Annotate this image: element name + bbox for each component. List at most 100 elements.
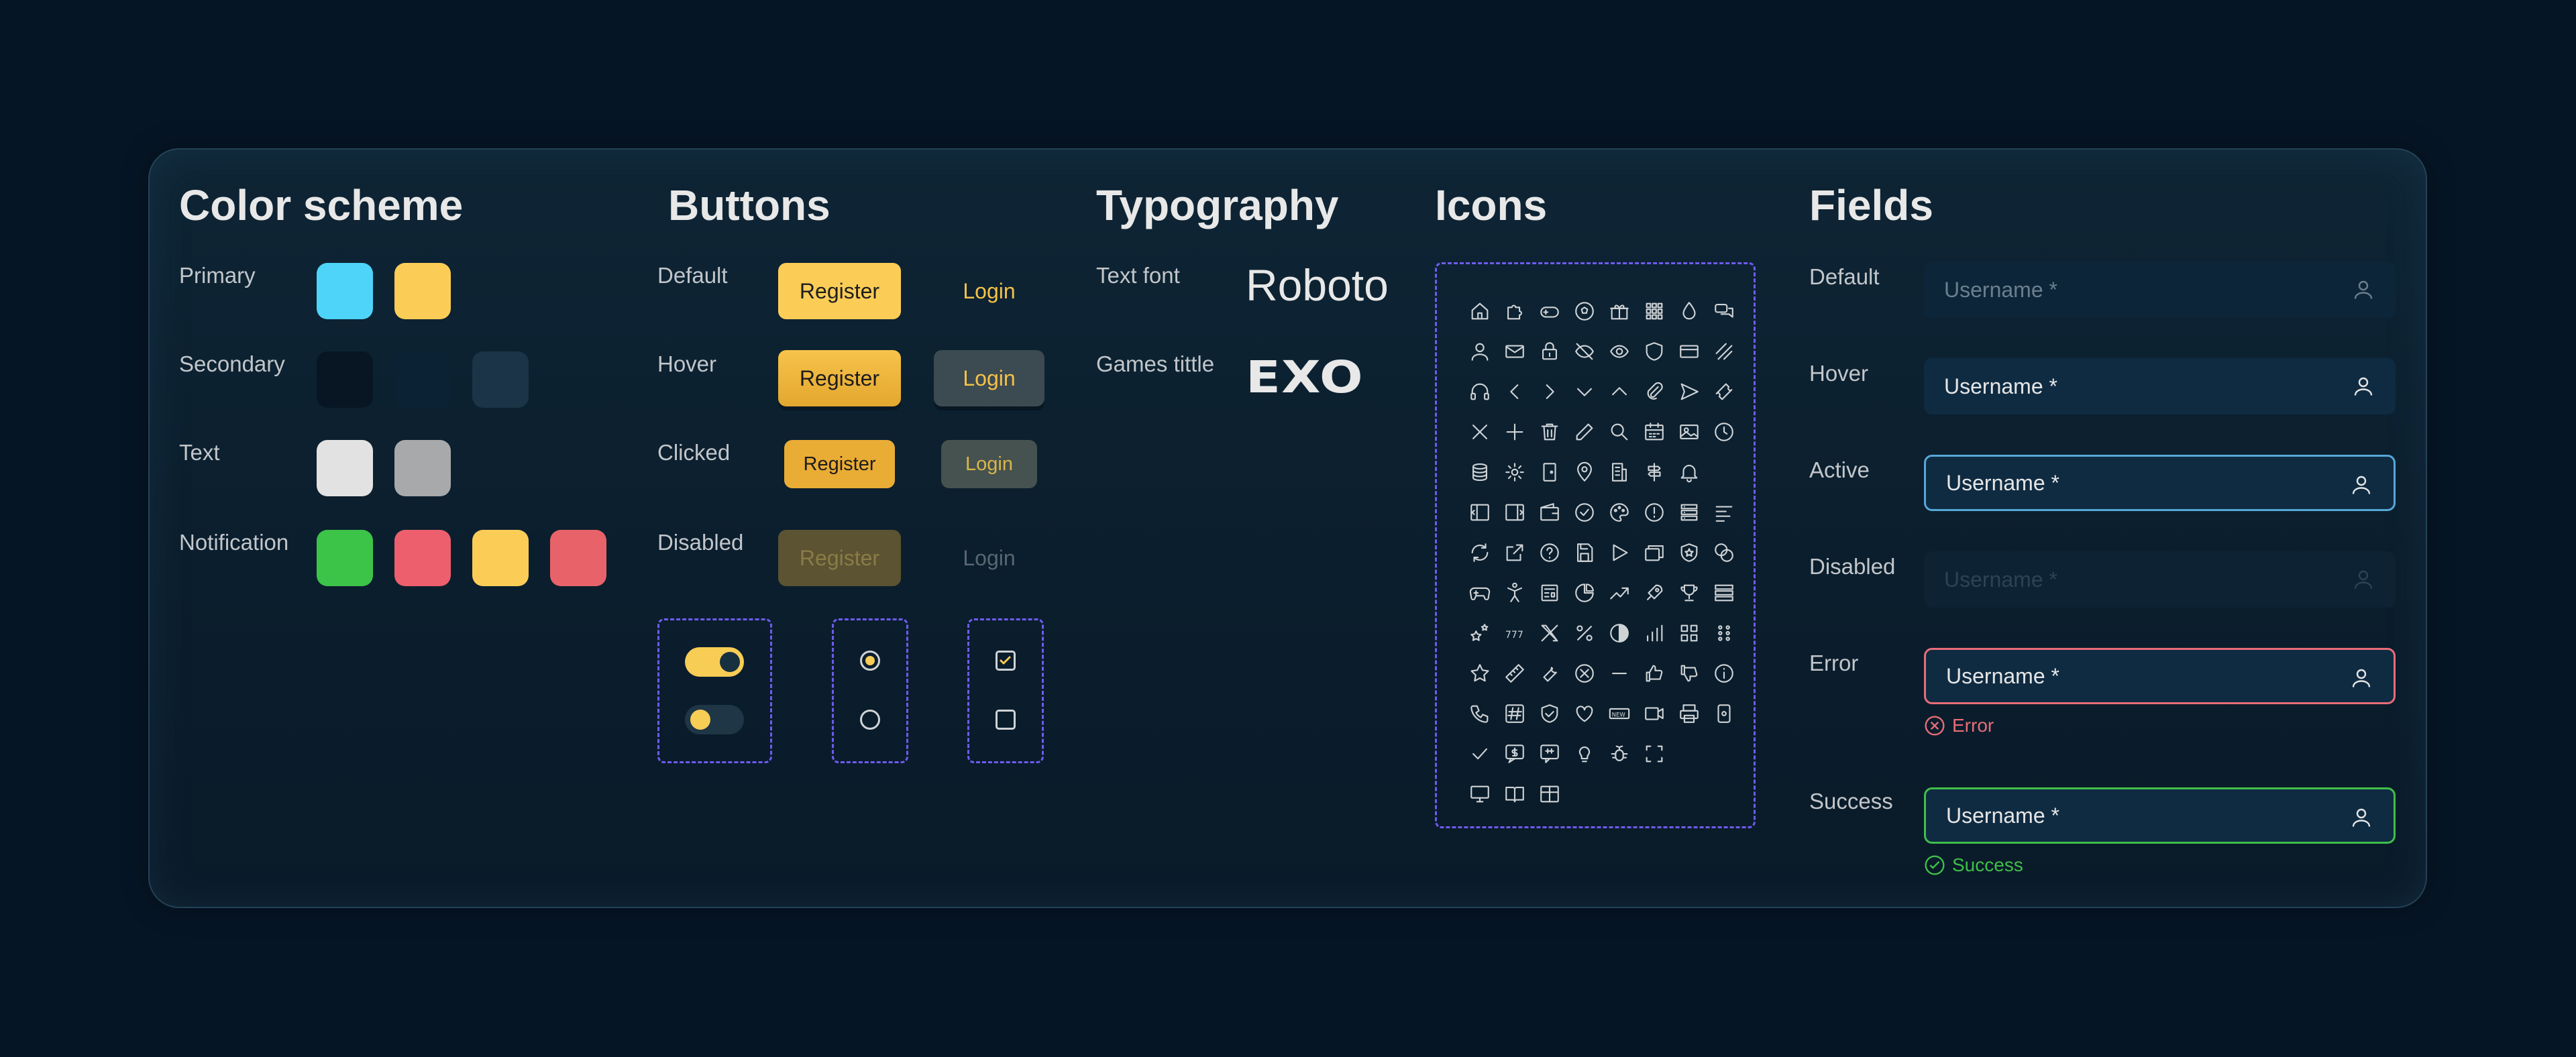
door-icon xyxy=(1532,452,1567,492)
coins-icon xyxy=(1462,452,1497,492)
user-icon xyxy=(2352,669,2371,687)
radio-unselected[interactable] xyxy=(860,710,880,730)
edit-icon xyxy=(1567,412,1602,452)
check-icon xyxy=(1462,734,1497,774)
login-button-default[interactable]: Login xyxy=(934,263,1044,319)
check-circle-icon xyxy=(1925,855,1945,875)
text-font-label: Text font xyxy=(1096,263,1180,288)
typography-heading: Typography xyxy=(1096,181,1339,229)
toggle-switch-off[interactable] xyxy=(685,705,744,734)
thumb-up-icon xyxy=(1637,653,1672,693)
thumb-down-icon xyxy=(1672,653,1707,693)
toggle-knob xyxy=(690,710,710,730)
close-icon xyxy=(1462,412,1497,452)
card-icon xyxy=(1672,331,1707,372)
user-icon xyxy=(2354,570,2373,589)
device-icon xyxy=(1707,693,1741,734)
x-logo-icon xyxy=(1532,613,1567,653)
contrast-icon xyxy=(1602,613,1637,653)
save-icon xyxy=(1567,533,1602,573)
username-placeholder: Username * xyxy=(1944,567,2057,592)
username-field-default[interactable]: Username * xyxy=(1924,262,2396,318)
username-field-success[interactable]: Username * xyxy=(1924,787,2396,844)
acrobat-icon xyxy=(1497,573,1532,613)
video-icon xyxy=(1637,693,1672,734)
building-icon xyxy=(1602,452,1637,492)
username-field-disabled: Username * xyxy=(1924,551,2396,608)
image-icon xyxy=(1672,412,1707,452)
minus-icon xyxy=(1602,653,1637,693)
mail-icon xyxy=(1497,331,1532,372)
button-hover-label: Hover xyxy=(657,351,717,376)
toggle-group xyxy=(657,618,772,763)
cards-icon xyxy=(1637,533,1672,573)
games-title-sample: EXO xyxy=(1246,351,1364,403)
toggle-switch-on[interactable] xyxy=(685,647,744,677)
login-button-clicked[interactable]: Login xyxy=(941,440,1037,488)
puzzle-icon xyxy=(1497,291,1532,331)
field-hover-label: Hover xyxy=(1809,361,1869,386)
paperclip-icon xyxy=(1637,372,1672,412)
user-icon xyxy=(2352,476,2371,494)
printer-icon xyxy=(1672,693,1707,734)
info-icon xyxy=(1707,653,1741,693)
checkbox-checked[interactable] xyxy=(996,651,1016,671)
svg-text:NEW: NEW xyxy=(1612,712,1626,718)
notification-swatch-green xyxy=(317,530,373,586)
check-icon xyxy=(1000,656,1011,665)
new-badge-icon: NEW xyxy=(1602,693,1637,734)
bug-icon xyxy=(1602,734,1637,774)
lock-icon xyxy=(1532,331,1567,372)
map-pin-icon xyxy=(1567,452,1602,492)
secondary-swatch-1 xyxy=(317,351,373,408)
buttons-heading: Buttons xyxy=(668,181,830,229)
apps-icon xyxy=(1672,613,1707,653)
register-button-hover[interactable]: Register xyxy=(778,350,901,406)
x-circle-icon xyxy=(1925,716,1945,736)
rows-icon xyxy=(1707,573,1741,613)
button-disabled-label: Disabled xyxy=(657,530,744,555)
eye-icon xyxy=(1602,331,1637,372)
rocket-icon xyxy=(1637,573,1672,613)
clock-icon xyxy=(1707,412,1741,452)
checkbox-unchecked[interactable] xyxy=(996,710,1016,730)
align-left-icon xyxy=(1707,492,1741,533)
username-placeholder: Username * xyxy=(1946,803,2059,828)
text-swatch-light xyxy=(317,440,373,496)
shield-star-icon xyxy=(1672,533,1707,573)
secondary-label: Secondary xyxy=(179,351,285,376)
username-field-hover[interactable]: Username * xyxy=(1924,358,2396,414)
list-icon xyxy=(1672,492,1707,533)
chevron-left-icon xyxy=(1497,372,1532,412)
user-icon xyxy=(1462,331,1497,372)
user-icon xyxy=(2352,808,2371,827)
signpost-icon xyxy=(1637,452,1672,492)
blank-icon xyxy=(1707,734,1741,774)
icons-heading: Icons xyxy=(1435,181,1548,229)
username-field-error[interactable]: Username * xyxy=(1924,648,2396,704)
bar-chart-icon xyxy=(1637,613,1672,653)
radio-selected[interactable] xyxy=(860,651,880,671)
777-icon: 777 xyxy=(1497,613,1532,653)
shield-check-icon xyxy=(1532,693,1567,734)
register-button-clicked[interactable]: Register xyxy=(784,440,895,488)
soccer-ball-icon xyxy=(1567,291,1602,331)
chevron-up-icon xyxy=(1602,372,1637,412)
phone-icon xyxy=(1462,693,1497,734)
error-message: Error xyxy=(1924,715,1994,736)
grid-dots-icon xyxy=(1637,291,1672,331)
external-icon xyxy=(1497,533,1532,573)
chat-icon xyxy=(1707,291,1741,331)
field-disabled-label: Disabled xyxy=(1809,554,1896,579)
dots-grid-icon xyxy=(1707,613,1741,653)
refresh-icon xyxy=(1462,533,1497,573)
slash-lines-icon xyxy=(1707,331,1741,372)
login-button-hover[interactable]: Login xyxy=(934,350,1044,406)
field-default-label: Default xyxy=(1809,264,1880,289)
secondary-swatch-2 xyxy=(394,351,451,408)
fields-heading: Fields xyxy=(1809,181,1933,229)
primary-swatch-yellow xyxy=(394,263,451,319)
register-button-default[interactable]: Register xyxy=(778,263,901,319)
lightbulb-icon xyxy=(1567,734,1602,774)
username-field-active[interactable]: Username * xyxy=(1924,455,2396,511)
